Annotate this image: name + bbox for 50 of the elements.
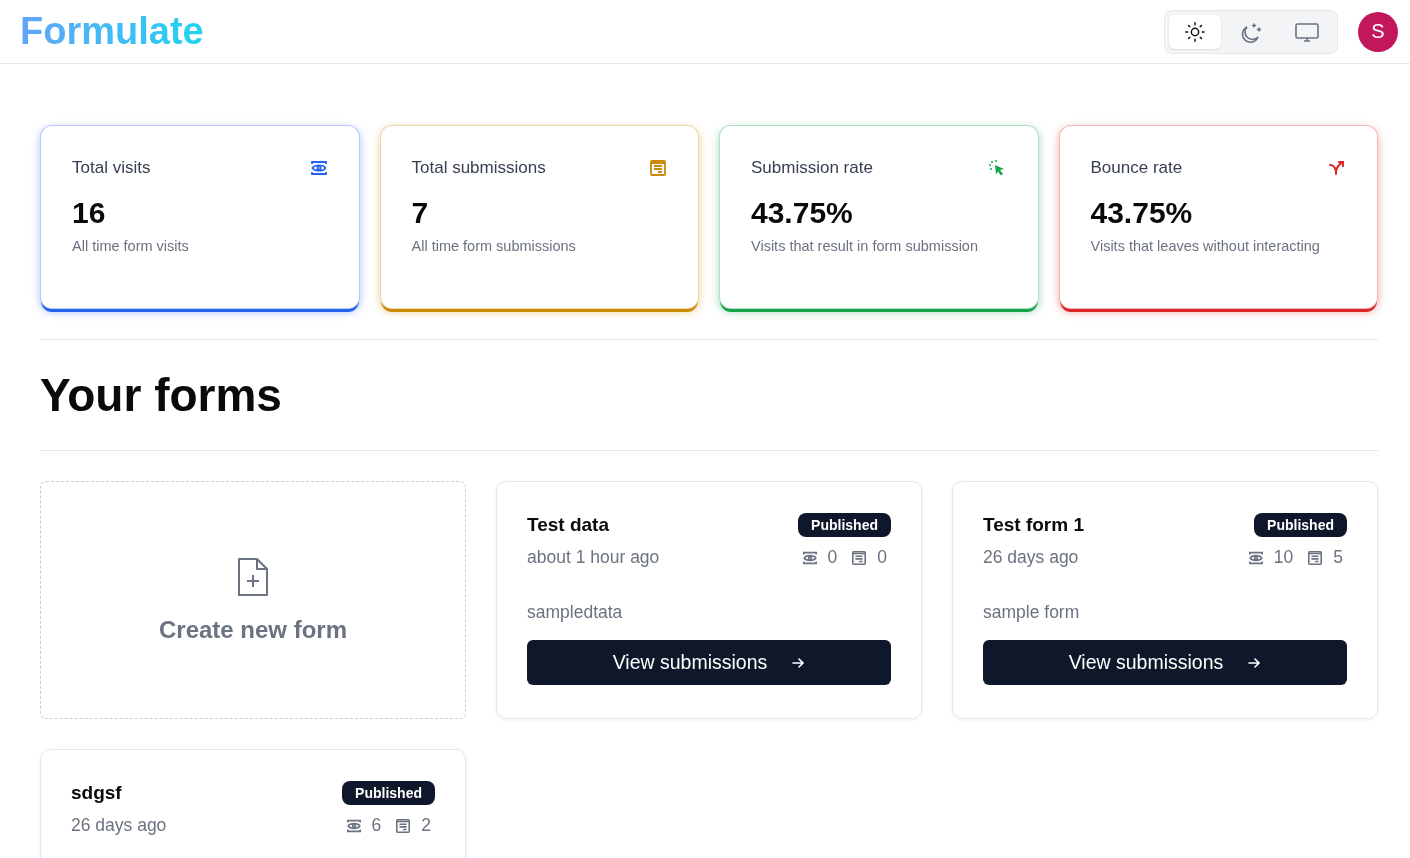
eye-icon bbox=[309, 159, 328, 177]
status-badge: Published bbox=[798, 513, 891, 537]
stat-helper-text: Visits that result in form submission bbox=[751, 237, 979, 256]
form-time: about 1 hour ago bbox=[527, 547, 660, 568]
stat-title: Total visits bbox=[72, 158, 151, 178]
arrow-right-icon bbox=[791, 655, 806, 670]
visit-count: 6 bbox=[371, 815, 382, 836]
status-badge: Published bbox=[342, 781, 435, 805]
form-time: 26 days ago bbox=[983, 547, 1079, 568]
stat-helper-text: Visits that leaves without interacting bbox=[1090, 237, 1321, 256]
form-name: sdgsf bbox=[71, 782, 122, 804]
avatar[interactable]: S bbox=[1358, 11, 1398, 52]
form-icon bbox=[1307, 549, 1324, 566]
sun-icon bbox=[1184, 20, 1206, 43]
visit-count: 0 bbox=[827, 547, 838, 568]
page-heading: Your forms bbox=[40, 368, 283, 422]
light-theme-button[interactable] bbox=[1169, 14, 1221, 49]
stat-value: 16 bbox=[72, 196, 107, 230]
visit-count: 10 bbox=[1273, 547, 1294, 568]
form-name: Test form 1 bbox=[983, 514, 1084, 536]
moon-icon bbox=[1239, 20, 1263, 43]
eye-icon bbox=[1247, 549, 1264, 566]
form-icon bbox=[395, 817, 412, 834]
form-icon bbox=[851, 549, 868, 566]
stat-value: 43.75% bbox=[1090, 196, 1194, 230]
stat-value: 43.75% bbox=[751, 196, 854, 230]
status-badge: Published bbox=[1254, 513, 1347, 537]
monitor-icon bbox=[1294, 20, 1320, 43]
stat-title: Total submissions bbox=[411, 158, 546, 178]
submission-count: 2 bbox=[421, 815, 431, 836]
stat-helper-text: All time form submissions bbox=[411, 237, 577, 256]
create-form-card[interactable]: Create new form bbox=[40, 481, 466, 719]
split-arrow-icon bbox=[1328, 160, 1346, 176]
stat-title: Bounce rate bbox=[1090, 158, 1183, 178]
view-submissions-button[interactable]: View submissions bbox=[983, 640, 1347, 685]
arrow-right-icon bbox=[1247, 655, 1262, 670]
form-description: sampledtata bbox=[527, 602, 624, 623]
stat-title: Submission rate bbox=[751, 158, 873, 178]
submission-count: 0 bbox=[877, 547, 887, 568]
view-submissions-button[interactable]: View submissions bbox=[527, 640, 891, 685]
form-time: 26 days ago bbox=[71, 815, 167, 836]
stat-helper-text: All time form visits bbox=[72, 237, 190, 256]
form-icon bbox=[649, 159, 667, 177]
submission-count: 5 bbox=[1333, 547, 1343, 568]
form-description: sample form bbox=[983, 602, 1081, 623]
stat-value: 7 bbox=[411, 196, 430, 230]
form-name: Test data bbox=[527, 514, 609, 536]
file-plus-icon bbox=[236, 556, 270, 598]
eye-icon bbox=[801, 549, 818, 566]
eye-icon bbox=[345, 817, 362, 834]
